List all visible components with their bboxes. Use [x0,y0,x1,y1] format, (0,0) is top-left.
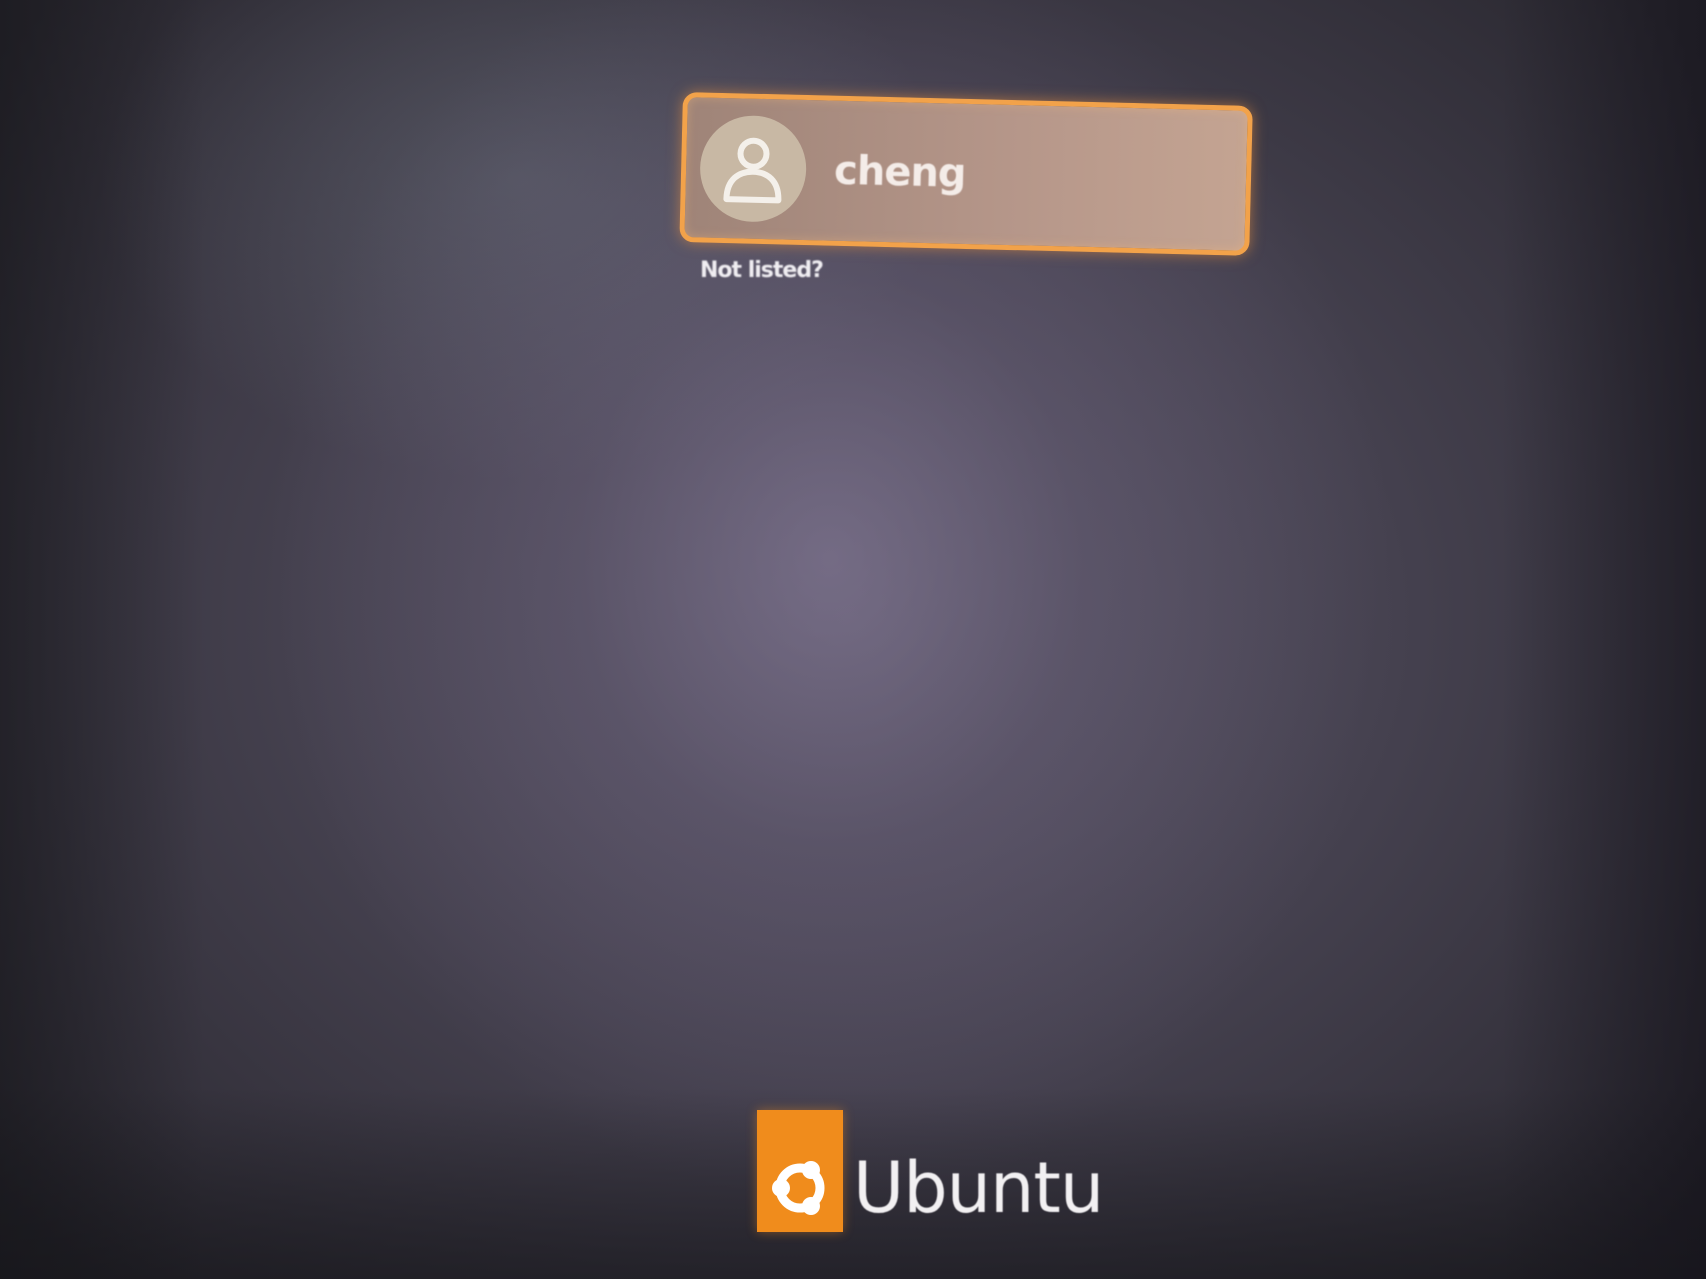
not-listed-link[interactable]: Not listed? [700,258,824,283]
user-name-label: cheng [833,147,967,197]
ubuntu-logo: Ubuntu [757,1110,1104,1232]
user-avatar-icon [698,114,808,224]
user-list-item[interactable]: cheng [679,92,1253,256]
ubuntu-logo-text: Ubuntu [853,1147,1104,1229]
ubuntu-logo-icon [757,1110,843,1232]
